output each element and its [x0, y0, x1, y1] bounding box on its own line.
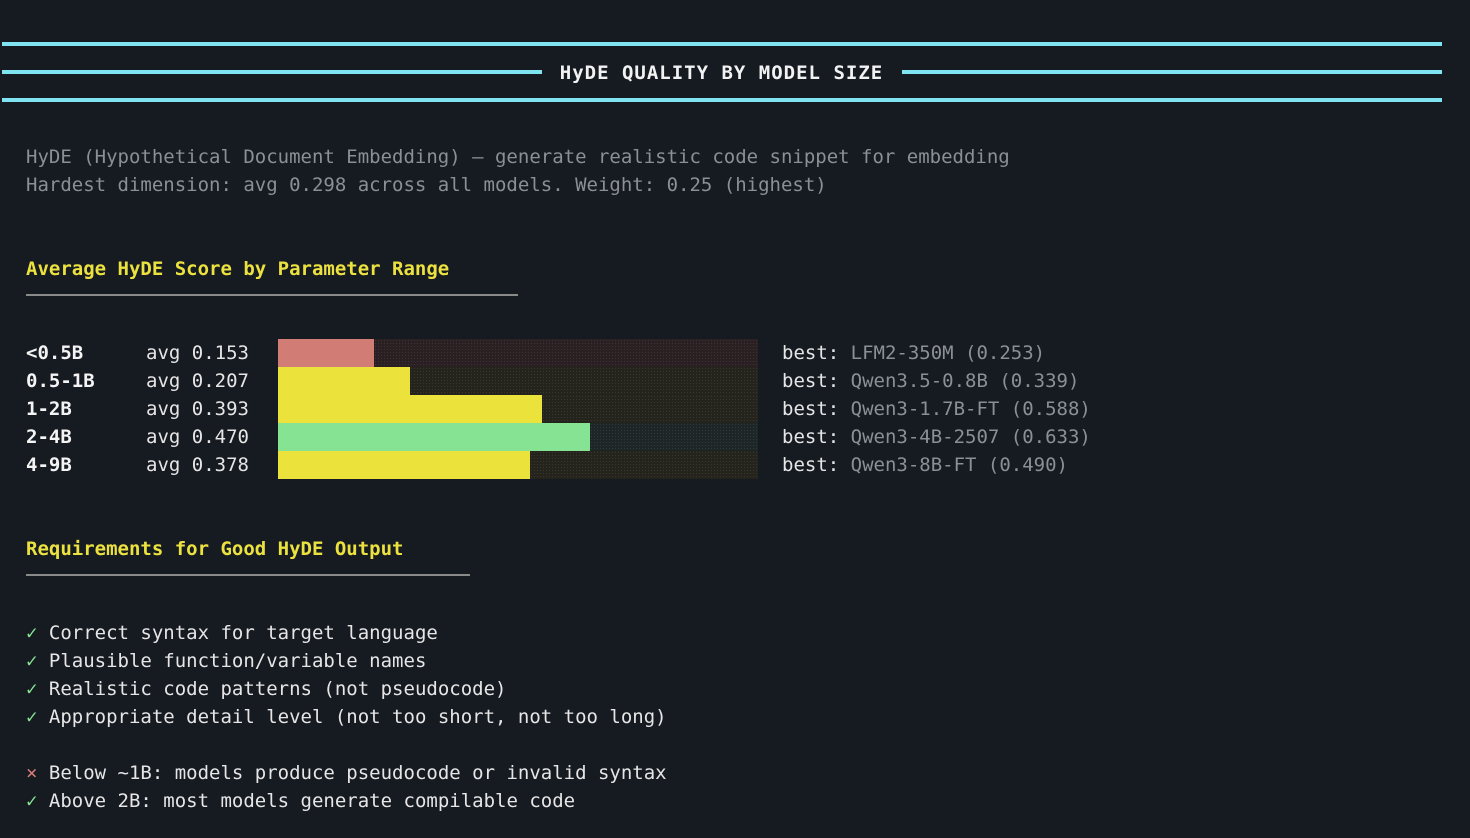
- best-label: best:: [782, 398, 851, 420]
- requirement-text: Realistic code patterns (not pseudocode): [37, 678, 507, 700]
- description-line-1: HyDE (Hypothetical Document Embedding) —…: [26, 146, 1010, 168]
- range-label: <0.5B: [26, 342, 84, 364]
- banner-bottom-rule: [2, 98, 1442, 102]
- best-model: best: Qwen3-1.7B-FT (0.588): [782, 395, 1091, 423]
- score-bar-fill: [278, 451, 530, 479]
- score-bar-track: [278, 339, 758, 367]
- best-model: best: Qwen3-4B-2507 (0.633): [782, 423, 1091, 451]
- best-model-value: Qwen3-4B-2507 (0.633): [850, 426, 1091, 448]
- note-item: ✓ Above 2B: most models generate compila…: [26, 787, 667, 815]
- best-label: best:: [782, 370, 851, 392]
- check-icon: ✓: [26, 622, 38, 644]
- requirement-item: ✓ Correct syntax for target language: [26, 619, 667, 647]
- best-model-value: LFM2-350M (0.253): [850, 342, 1046, 364]
- score-section-title: Average HyDE Score by Parameter Range: [26, 258, 450, 280]
- best-label: best:: [782, 426, 851, 448]
- best-model-value: Qwen3.5-0.8B (0.339): [850, 370, 1080, 392]
- description-line-2: Hardest dimension: avg 0.298 across all …: [26, 174, 827, 196]
- best-label: best:: [782, 342, 851, 364]
- score-bar-track: [278, 451, 758, 479]
- score-bar-fill: [278, 339, 374, 367]
- score-bar-track: [278, 423, 758, 451]
- range-label: 4-9B: [26, 454, 72, 476]
- avg-label: avg 0.153: [146, 342, 249, 364]
- check-icon: ✓: [26, 678, 38, 700]
- requirement-text: Appropriate detail level (not too short,…: [37, 706, 667, 728]
- best-model: best: Qwen3.5-0.8B (0.339): [782, 367, 1079, 395]
- best-model-value: Qwen3-1.7B-FT (0.588): [850, 398, 1091, 420]
- requirement-text: Plausible function/variable names: [37, 650, 427, 672]
- cross-icon: ×: [26, 762, 38, 784]
- banner-mid-rule-right: [902, 70, 1442, 74]
- requirements-section-rule: [26, 574, 470, 576]
- banner-mid-rule-left: [2, 70, 542, 74]
- requirement-item: ✓ Appropriate detail level (not too shor…: [26, 703, 667, 731]
- notes-list: × Below ~1B: models produce pseudocode o…: [26, 759, 667, 815]
- check-icon: ✓: [26, 706, 38, 728]
- requirements-list: ✓ Correct syntax for target language ✓ Pl…: [26, 619, 667, 731]
- requirements-section-title: Requirements for Good HyDE Output: [26, 538, 404, 560]
- best-model-value: Qwen3-8B-FT (0.490): [850, 454, 1068, 476]
- score-bar-track: [278, 367, 758, 395]
- avg-label: avg 0.207: [146, 370, 249, 392]
- avg-label: avg 0.470: [146, 426, 249, 448]
- note-item: × Below ~1B: models produce pseudocode o…: [26, 759, 667, 787]
- score-section-rule: [26, 294, 518, 296]
- requirement-item: ✓ Plausible function/variable names: [26, 647, 667, 675]
- best-model: best: LFM2-350M (0.253): [782, 339, 1045, 367]
- note-text: Above 2B: most models generate compilabl…: [37, 790, 576, 812]
- check-icon: ✓: [26, 650, 38, 672]
- score-bar-fill: [278, 367, 410, 395]
- best-label: best:: [782, 454, 851, 476]
- score-bar-fill: [278, 423, 590, 451]
- range-label: 2-4B: [26, 426, 72, 448]
- range-label: 1-2B: [26, 398, 72, 420]
- score-bar-track: [278, 395, 758, 423]
- avg-label: avg 0.378: [146, 454, 249, 476]
- best-model: best: Qwen3-8B-FT (0.490): [782, 451, 1068, 479]
- range-label: 0.5-1B: [26, 370, 95, 392]
- requirement-item: ✓ Realistic code patterns (not pseudocod…: [26, 675, 667, 703]
- avg-label: avg 0.393: [146, 398, 249, 420]
- note-text: Below ~1B: models produce pseudocode or …: [37, 762, 667, 784]
- banner-title: HyDE QUALITY BY MODEL SIZE: [559, 62, 884, 84]
- requirement-text: Correct syntax for target language: [37, 622, 438, 644]
- banner-top-rule: [2, 42, 1442, 46]
- check-icon: ✓: [26, 790, 38, 812]
- score-bar-fill: [278, 395, 542, 423]
